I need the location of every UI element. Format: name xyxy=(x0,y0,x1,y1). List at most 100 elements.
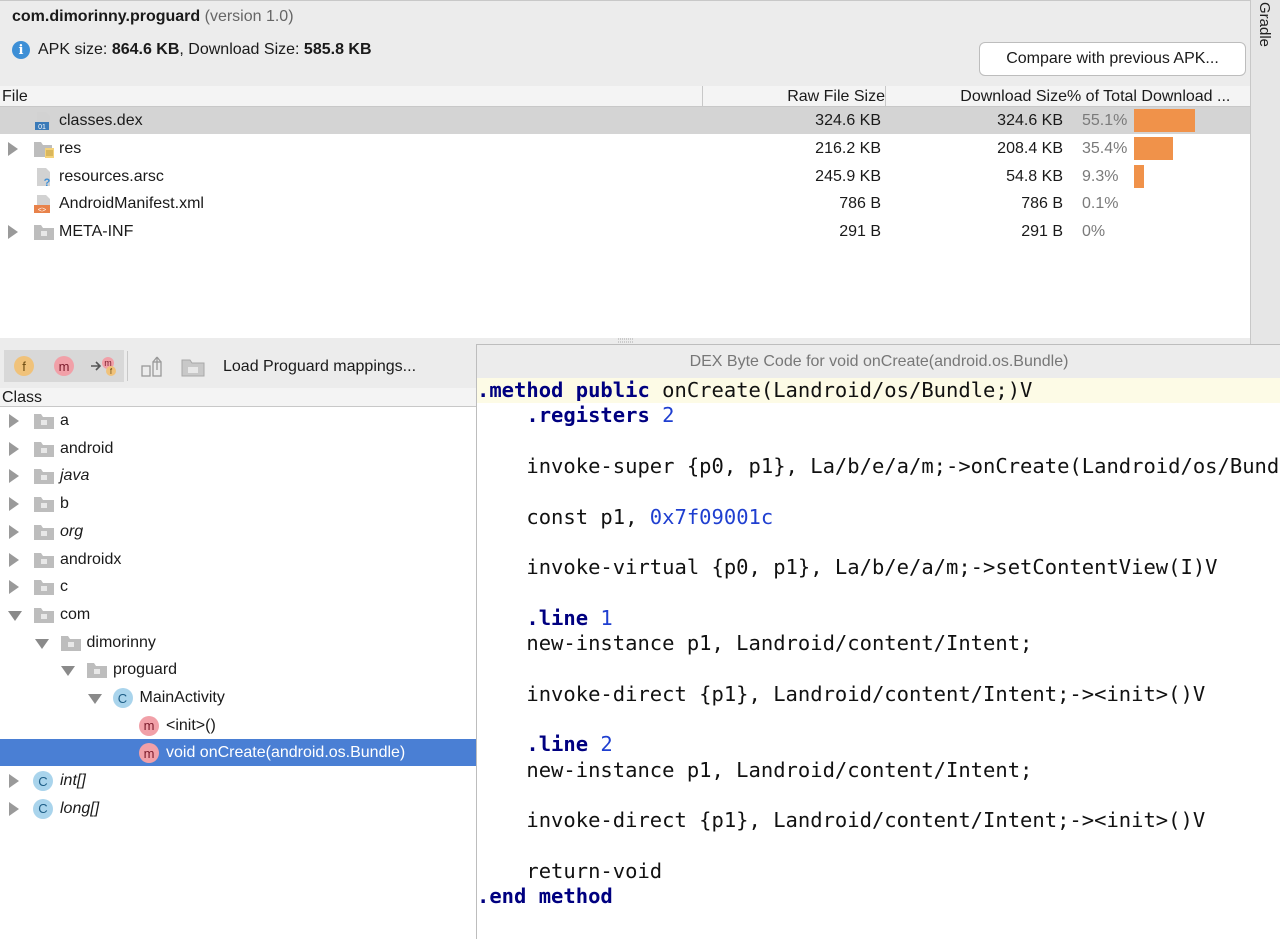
code-line: .line 1 xyxy=(477,605,612,631)
package-icon xyxy=(33,577,54,597)
package-version: (version 1.0) xyxy=(204,8,294,25)
file-name: META-INF xyxy=(59,223,134,241)
tree-row[interactable]: java xyxy=(0,462,476,489)
download-size: 291 B xyxy=(1021,223,1063,241)
code-line: invoke-direct {p1}, Landroid/content/Int… xyxy=(477,808,1205,833)
download-size: 324.6 KB xyxy=(997,112,1063,129)
tree-row[interactable]: m void onCreate(android.os.Bundle) xyxy=(0,739,476,767)
raw-size: 291 B xyxy=(839,223,881,241)
column-header-raw-size[interactable]: Raw File Size xyxy=(787,88,885,106)
tree-item-label: android xyxy=(60,439,114,457)
tree-row[interactable]: a xyxy=(0,407,476,434)
keyword-token: .line xyxy=(477,605,589,630)
file-table: 01 classes.dex 324.6 KB 324.6 KB 55.1% res 216… xyxy=(0,107,1250,338)
tree-row[interactable]: b xyxy=(0,490,476,517)
tree-row[interactable]: C MainActivity xyxy=(0,684,476,711)
code-line: .end method xyxy=(477,884,613,909)
tree-item-label: c xyxy=(60,578,68,596)
download-size: 786 B xyxy=(1021,195,1063,213)
keyword-token: .registers xyxy=(477,403,650,428)
gradle-tool-button[interactable]: Gradle xyxy=(1256,2,1273,47)
tree-item-label: androidx xyxy=(60,550,122,568)
file-row[interactable]: META-INF 291 B 291 B 0% xyxy=(0,218,1250,245)
load-proguard-mappings-button[interactable]: Load Proguard mappings... xyxy=(223,358,416,376)
expand-arrow-icon[interactable] xyxy=(9,441,19,456)
tree-row[interactable]: org xyxy=(0,518,476,545)
expand-arrow-icon[interactable] xyxy=(9,469,19,484)
tree-row[interactable]: Cint[] xyxy=(0,767,476,794)
download-percent: 9.3% xyxy=(1082,167,1119,185)
collapse-arrow-icon[interactable] xyxy=(61,666,75,677)
expand-arrow-icon[interactable] xyxy=(8,225,18,240)
method-icon: m xyxy=(54,356,74,376)
file-name: AndroidManifest.xml xyxy=(59,195,204,213)
compare-apk-button[interactable]: Compare with previous APK... xyxy=(979,42,1246,76)
tree-row[interactable]: com xyxy=(0,601,476,628)
collapse-arrow-icon[interactable] xyxy=(34,638,49,649)
expand-arrow-icon[interactable] xyxy=(8,141,18,156)
expand-arrow-icon[interactable] xyxy=(9,801,19,816)
expand-arrow-icon[interactable] xyxy=(9,552,19,567)
tree-item-label: proguard xyxy=(113,661,178,679)
column-divider[interactable] xyxy=(702,86,703,106)
tree-row[interactable]: m <init>() xyxy=(0,712,476,739)
tree-row[interactable]: androidx xyxy=(0,546,476,573)
file-name: resources.arsc xyxy=(59,167,164,185)
code-line: .method public onCreate(Landroid/os/Bund… xyxy=(477,378,1280,403)
package-info: com.dimorinny.proguard (version 1.0) xyxy=(12,8,294,26)
code-text: invoke-direct {p1}, Landroid/content/Int… xyxy=(477,808,1206,833)
folder-icon[interactable] xyxy=(181,356,205,378)
keyword-token: .method public xyxy=(477,378,650,402)
tree-row[interactable]: proguard xyxy=(0,656,476,683)
bytecode-view[interactable]: .method public onCreate(Landroid/os/Bund… xyxy=(477,378,1280,938)
tree-row[interactable]: dimorinny xyxy=(0,629,476,656)
tree-row[interactable]: c xyxy=(0,573,476,600)
download-share-bar xyxy=(1134,109,1195,132)
tree-item-label: MainActivity xyxy=(139,689,225,706)
code-text: new-instance p1, Landroid/content/Intent… xyxy=(477,631,1033,655)
column-header-file[interactable]: File xyxy=(2,88,28,106)
show-fields-toggle[interactable]: f xyxy=(4,350,44,382)
toolbar-separator xyxy=(127,351,128,381)
expand-arrow-icon[interactable] xyxy=(9,414,19,428)
download-size-value: 585.8 KB xyxy=(303,41,372,58)
collapse-arrow-icon[interactable] xyxy=(8,610,22,621)
file-row[interactable]: 01 classes.dex 324.6 KB 324.6 KB 55.1% xyxy=(0,107,1250,134)
collapse-arrow-icon[interactable] xyxy=(87,694,102,704)
column-divider[interactable] xyxy=(885,86,886,106)
expand-arrow-icon[interactable] xyxy=(9,524,19,539)
file-row[interactable]: ? resources.arsc 245.9 KB 54.8 KB 9.3% xyxy=(0,163,1250,190)
class-tree-header: Class xyxy=(0,388,476,407)
download-percent: 0% xyxy=(1082,223,1106,241)
resource-folder-icon xyxy=(33,139,54,159)
package-icon xyxy=(33,466,54,486)
method-icon: m xyxy=(139,715,159,736)
show-referenced-methods-toggle[interactable]: m f xyxy=(84,350,124,382)
number-token: 2 xyxy=(649,403,675,428)
file-row[interactable]: res 216.2 KB 208.4 KB 35.4% xyxy=(0,135,1250,162)
dex-viewer-panel: f m m f Load Proguard mappings... Class … xyxy=(0,345,476,939)
bytecode-popup: DEX Byte Code for void onCreate(android.… xyxy=(476,344,1280,939)
hierarchy-up-icon[interactable] xyxy=(141,356,165,378)
expand-arrow-icon[interactable] xyxy=(9,580,19,595)
download-percent: 55.1% xyxy=(1082,112,1128,129)
keyword-token: .end method xyxy=(477,884,613,908)
show-methods-toggle[interactable]: m xyxy=(44,350,84,382)
download-share-bar xyxy=(1134,136,1173,160)
code-text: invoke-virtual {p0, p1}, La/b/e/a/m;->se… xyxy=(477,555,1218,580)
tree-row[interactable]: android xyxy=(0,435,476,462)
download-percent: 0.1% xyxy=(1082,195,1119,213)
gradle-tool-strip xyxy=(1250,0,1280,345)
package-icon xyxy=(60,633,81,653)
tree-row[interactable]: Clong[] xyxy=(0,795,476,822)
tree-item-label: dimorinny xyxy=(86,633,156,651)
code-line: new-instance p1, Landroid/content/Intent… xyxy=(477,631,1032,656)
column-header-download-size[interactable]: Download Size xyxy=(960,88,1067,106)
expand-arrow-icon[interactable] xyxy=(9,497,19,512)
file-row[interactable]: <> AndroidManifest.xml 786 B 786 B 0.1% xyxy=(0,190,1250,217)
xml-file-icon: <> xyxy=(33,194,53,214)
column-header-percent[interactable]: % of Total Download ... xyxy=(1067,88,1230,106)
expand-arrow-icon[interactable] xyxy=(9,774,19,789)
package-icon xyxy=(33,550,54,570)
download-percent: 35.4% xyxy=(1082,139,1128,157)
